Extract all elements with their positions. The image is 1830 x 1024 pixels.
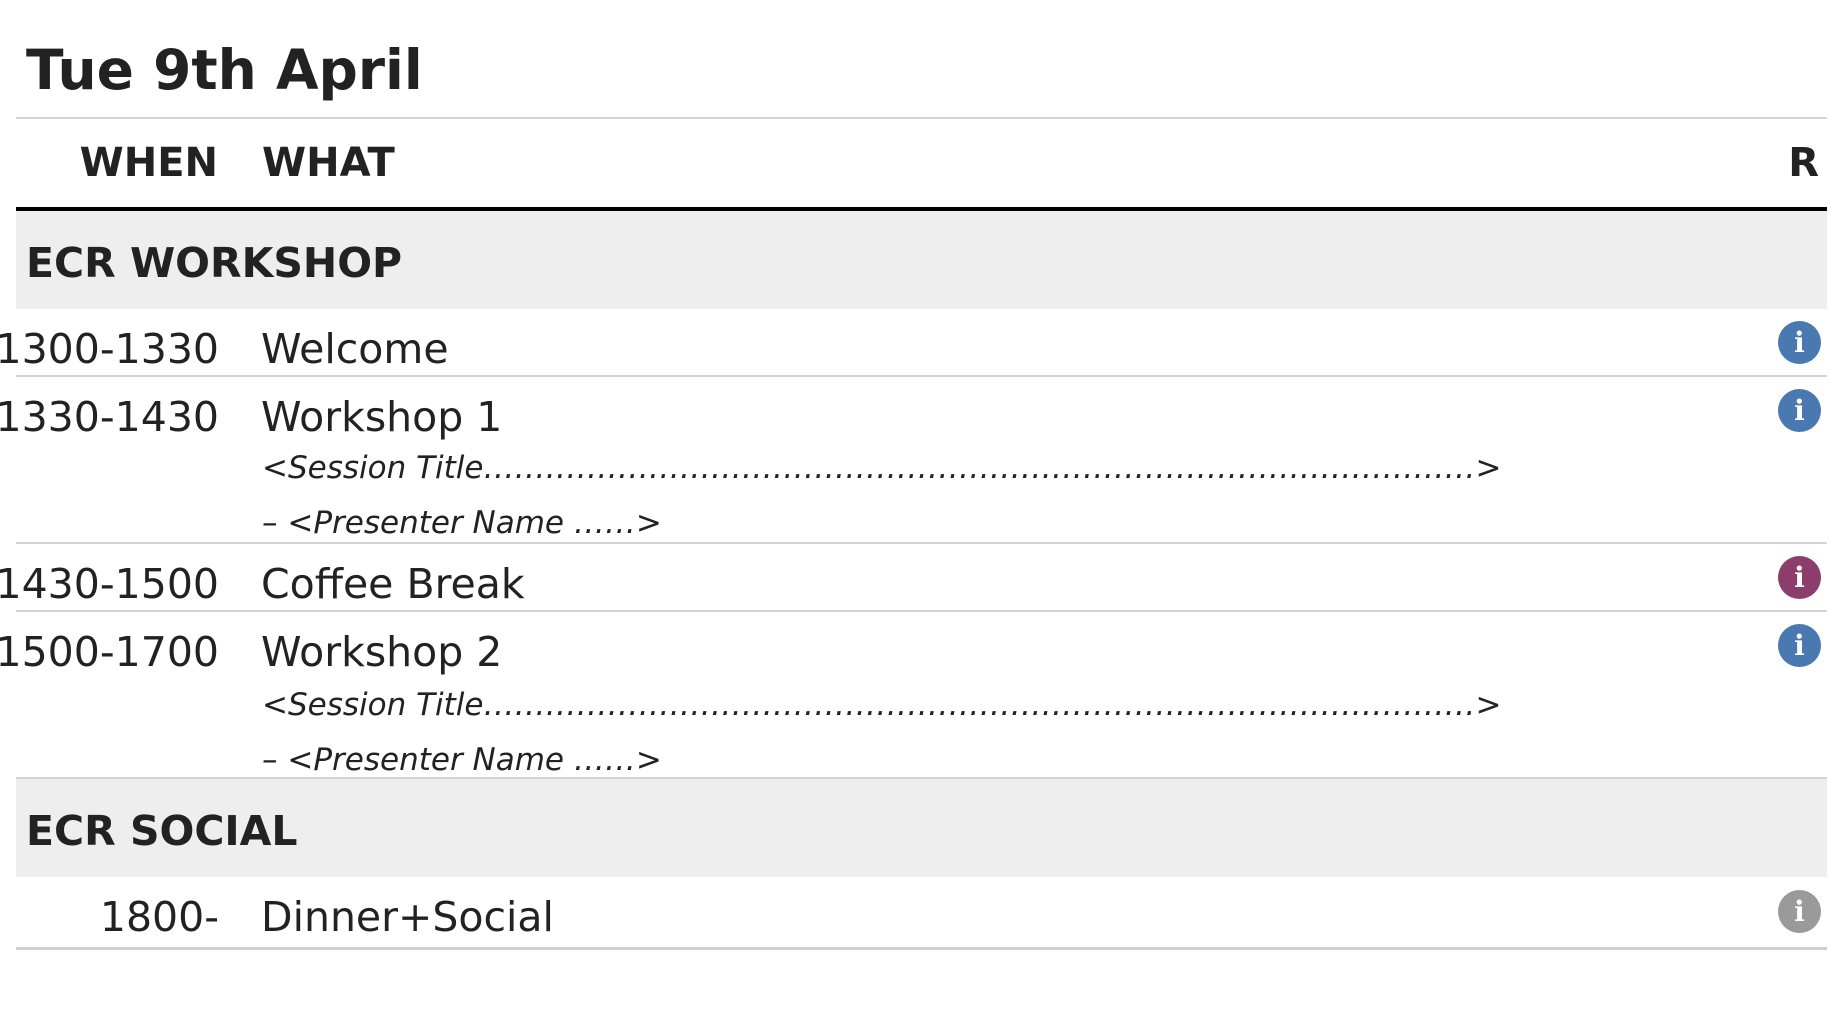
table-row: 1330-1430 Workshop 1 <Session Title……………… (0, 377, 1827, 544)
table-row: 1800- Dinner+Social i (16, 877, 1827, 950)
section-ecr-social: ECR SOCIAL (16, 779, 1827, 877)
row-when: 1800- (99, 893, 219, 941)
row-when: 1300-1330 (0, 325, 219, 373)
row-when: 1330-1430 (0, 393, 219, 441)
schedule-table: WHEN WHAT R ECR WORKSHOP 1300-1330 Welco… (0, 117, 1827, 950)
session-title: <Session Title……………………………………………………………………… (262, 450, 1502, 486)
table-row: 1300-1330 Welcome i (0, 309, 1827, 377)
row-when: 1430-1500 (0, 560, 219, 608)
day-title: Tue 9th April (26, 38, 423, 102)
info-icon[interactable]: i (1778, 321, 1821, 364)
session-title: <Session Title……………………………………………………………………… (262, 687, 1502, 723)
section-ecr-workshop: ECR WORKSHOP (16, 211, 1827, 309)
info-icon[interactable]: i (1778, 890, 1821, 933)
row-what: Workshop 1 (261, 393, 503, 441)
header-when: WHEN (79, 140, 218, 186)
info-icon[interactable]: i (1778, 624, 1821, 667)
header-r: R (1788, 140, 1819, 186)
presenter-name: – <Presenter Name ……> (262, 742, 662, 778)
table-row: 1500-1700 Workshop 2 <Session Title……………… (0, 612, 1827, 779)
row-what: Dinner+Social (261, 893, 554, 941)
section-title: ECR SOCIAL (26, 807, 298, 855)
row-what: Welcome (261, 325, 449, 373)
header-what: WHAT (262, 140, 395, 186)
row-what: Coffee Break (261, 560, 525, 608)
table-row: 1430-1500 Coffee Break i (0, 544, 1827, 612)
presenter-name: – <Presenter Name ……> (262, 505, 662, 541)
row-when: 1500-1700 (0, 628, 219, 676)
row-what: Workshop 2 (261, 628, 503, 676)
info-icon[interactable]: i (1778, 556, 1821, 599)
info-icon[interactable]: i (1778, 389, 1821, 432)
table-header: WHEN WHAT R (16, 117, 1827, 211)
schedule-page: Tue 9th April WHEN WHAT R ECR WORKSHOP 1… (0, 0, 1830, 1024)
section-title: ECR WORKSHOP (26, 239, 403, 287)
